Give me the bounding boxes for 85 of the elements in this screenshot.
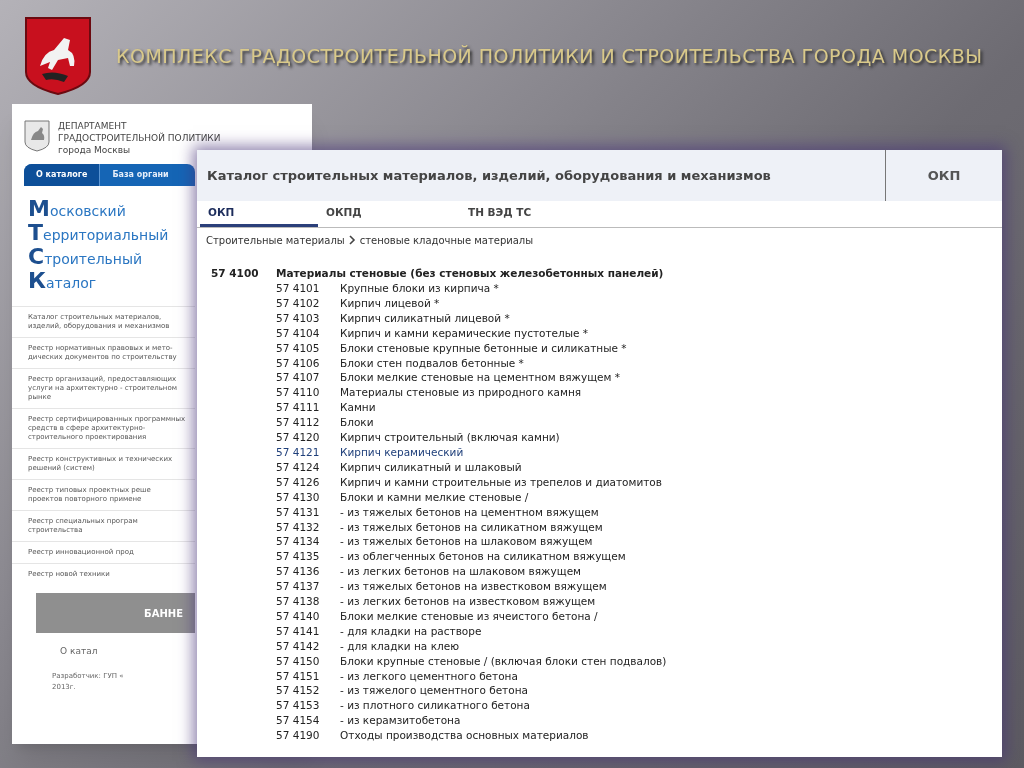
item-code: 57 4105 <box>276 340 321 356</box>
item-name: Блоки <box>340 415 374 431</box>
coat-of-arms-icon <box>24 16 92 96</box>
item-code: 57 4142 <box>276 638 321 654</box>
item-name: Блоки мелкие стеновые из ячеистого бетона / <box>340 608 598 624</box>
item-name: - из облегченных бетонов на силикатном вяжущем <box>340 549 626 565</box>
item-name: Блоки и камни мелкие стеновые / <box>340 489 529 505</box>
item-name: - из легких бетонов на известковом вяжущем <box>340 594 596 609</box>
item-name: Кирпич строительный (включая камни) <box>340 430 560 445</box>
item-name: Кирпич силикатный и шлаковый <box>340 459 522 475</box>
item-code: 57 4134 <box>276 534 321 550</box>
chevron-right-icon <box>348 235 356 245</box>
item-name: - для кладки на растворе <box>340 623 482 639</box>
item-code: 57 4150 <box>276 653 321 669</box>
item-link[interactable]: Кирпич керамический <box>340 444 464 460</box>
item-name: - из тяжелого цементного бетона <box>340 683 528 699</box>
item-code: 57 4111 <box>276 400 321 416</box>
item-name: Отходы производства основных материалов <box>340 728 589 744</box>
about-link[interactable]: О катал <box>60 645 98 659</box>
item-name: Блоки крупные стеновые / (включая блоки стен подвалов) <box>340 653 667 669</box>
item-name: - из легкого цементного бетона <box>340 668 518 684</box>
item-code: 57 4120 <box>276 430 321 445</box>
item-code: 57 4121 <box>276 444 321 460</box>
item-name: - из тяжелых бетонов на известковом вяжущем <box>340 579 607 595</box>
catalog-name: Территориальный <box>28 222 169 246</box>
item-name: Блоки мелкие стеновые на цементном вяжущем * <box>340 370 620 386</box>
item-name: Кирпич и камни керамические пустотелые * <box>340 325 589 341</box>
item-code: 57 4101 <box>276 281 321 296</box>
item-name: Крупные блоки из кирпича * <box>340 281 499 296</box>
item-code: 57 4140 <box>276 608 321 624</box>
item-name: - из керамзитобетона <box>340 713 461 729</box>
item-code: 57 4135 <box>276 549 321 565</box>
tab[interactable]: ТН ВЭД ТС <box>460 201 580 227</box>
item-name: - из тяжелых бетонов на цементном вяжущем <box>340 504 599 520</box>
item-name: Кирпич силикатный лицевой * <box>340 310 510 326</box>
item-name: Кирпич и камни строительные из трепелов и диатомитов <box>340 474 662 490</box>
item-name: Материалы стеновые из природного камня <box>340 385 582 401</box>
nav-tab[interactable]: База органи <box>100 164 181 186</box>
item-code: 57 4102 <box>276 295 321 311</box>
tab[interactable]: ОКПД <box>318 201 460 227</box>
item-code: 57 4137 <box>276 579 321 595</box>
item-code: 57 4104 <box>276 325 321 341</box>
department-name: города Москвы <box>58 144 132 156</box>
item-code: 57 4103 <box>276 310 321 326</box>
group-code: 57 4100 <box>211 266 260 281</box>
catalog-name: Московский <box>28 198 126 222</box>
breadcrumb-current: стеновые кладочные материалы <box>359 233 534 248</box>
item-code: 57 4132 <box>276 519 321 535</box>
catalog-title: Каталог строительных материалов, изделий, оборудования и механизмов <box>206 166 772 185</box>
item-code: 57 4154 <box>276 713 321 729</box>
item-code: 57 4124 <box>276 459 321 475</box>
item-code: 57 4136 <box>276 564 321 580</box>
classifier-label: ОКП <box>885 150 1002 201</box>
item-name: - для кладки на клею <box>340 638 459 654</box>
item-code: 57 4107 <box>276 370 321 386</box>
catalog-name: Строительный <box>28 246 143 270</box>
item-code: 57 4152 <box>276 683 321 699</box>
item-name: - из тяжелых бетонов на шлаковом вяжущем <box>340 534 593 550</box>
department-name: ДЕПАРТАМЕНТ <box>58 120 128 132</box>
item-code: 57 4138 <box>276 594 321 609</box>
group-name: Материалы стеновые (без стеновых железобетонных панелей) <box>276 266 664 281</box>
item-code: 57 4106 <box>276 355 321 371</box>
tab[interactable]: ОКП <box>200 201 318 227</box>
item-code: 57 4126 <box>276 474 321 490</box>
item-name: - из легких бетонов на шлаковом вяжущем <box>340 564 582 580</box>
item-name: - из плотного силикатного бетона <box>340 698 530 714</box>
slide-title: КОМПЛЕКС ГРАДОСТРОИТЕЛЬНОЙ ПОЛИТИКИ И СТРОИТЕЛЬСТВА ГОРОДА МОСКВЫ <box>116 43 983 69</box>
item-name: Камни <box>340 400 376 416</box>
item-code: 57 4153 <box>276 698 321 714</box>
item-code: 57 4141 <box>276 623 321 639</box>
item-code: 57 4130 <box>276 489 321 505</box>
item-code: 57 4112 <box>276 415 321 431</box>
item-name: Кирпич лицевой * <box>340 295 440 311</box>
item-code: 57 4110 <box>276 385 321 401</box>
emblem-icon <box>24 120 50 152</box>
item-name: Блоки стен подвалов бетонные * <box>340 355 524 371</box>
item-code: 57 4131 <box>276 504 321 520</box>
item-name: Блоки стеновые крупные бетонные и силикатные * <box>340 340 627 356</box>
item-code: 57 4190 <box>276 728 321 744</box>
department-name: ГРАДОСТРОИТЕЛЬНОЙ ПОЛИТИКИ <box>58 132 221 144</box>
nav-tab[interactable]: О каталоге <box>24 164 101 186</box>
item-code: 57 4151 <box>276 668 321 684</box>
breadcrumb-link[interactable]: Строительные материалы <box>206 232 345 248</box>
catalog-name: Каталог <box>28 270 97 294</box>
item-name: - из тяжелых бетонов на силикатном вяжущем <box>340 519 603 535</box>
